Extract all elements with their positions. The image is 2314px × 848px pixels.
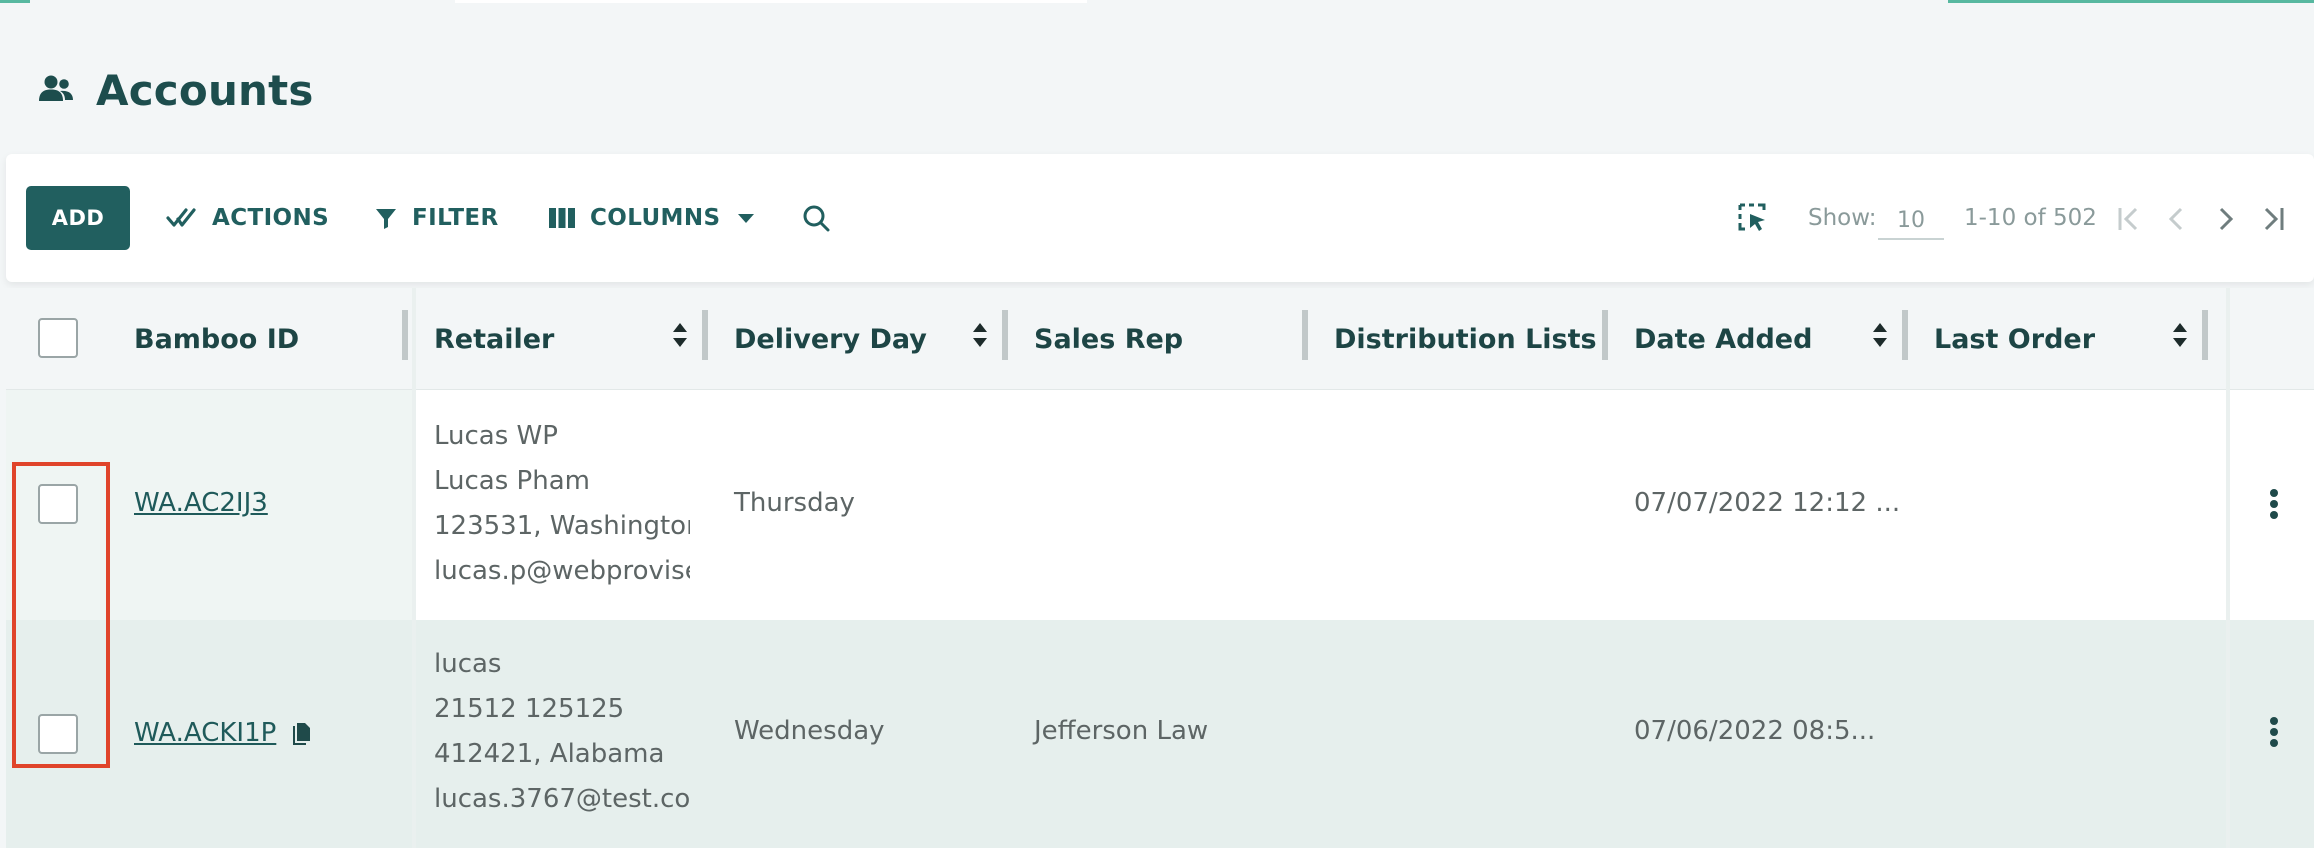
retailer-name: Lucas WP (434, 421, 558, 451)
table-header: Bamboo ID Retailer Delivery Day Sales Re… (6, 288, 2314, 390)
first-page-icon (2118, 207, 2138, 231)
column-resize-handle[interactable] (2202, 310, 2208, 360)
sort-icon[interactable] (670, 320, 690, 350)
add-button[interactable]: ADD (26, 186, 130, 250)
column-header-date-added[interactable]: Date Added (1634, 288, 1812, 390)
retailer-location: 123531, Washington (434, 511, 690, 541)
filter-label: FILTER (412, 205, 499, 231)
column-header-distribution-lists[interactable]: Distribution Lists (1334, 288, 1597, 390)
copy-icon[interactable] (290, 722, 312, 748)
retailer-contact: Lucas Pham (434, 466, 590, 496)
column-resize-handle[interactable] (1002, 310, 1008, 360)
sticky-column-divider (2226, 288, 2230, 848)
column-resize-handle[interactable] (1302, 310, 1308, 360)
users-icon (39, 75, 73, 101)
sort-icon[interactable] (2170, 320, 2190, 350)
actions-label: ACTIONS (212, 205, 330, 231)
select-all-checkbox[interactable] (38, 318, 78, 358)
delivery-day-cell: Wednesday (734, 716, 885, 746)
chevron-right-icon (2219, 207, 2234, 231)
accounts-table: Bamboo ID Retailer Delivery Day Sales Re… (6, 288, 2314, 848)
row-menu-icon[interactable] (2270, 714, 2280, 750)
retailer-contact: 21512 125125 (434, 694, 625, 724)
columns-button[interactable]: COLUMNS (548, 186, 756, 250)
selection-cursor-icon (1738, 203, 1766, 231)
double-check-icon (166, 208, 196, 227)
row-checkbox[interactable] (38, 714, 78, 754)
last-page-button[interactable] (2256, 202, 2290, 236)
bamboo-id-link[interactable]: WA.AC2IJ3 (134, 488, 268, 518)
retailer-cell: Lucas WP Lucas Pham 123531, Washington l… (434, 414, 690, 594)
filter-icon (376, 209, 396, 229)
sticky-column-divider (412, 288, 416, 848)
column-resize-handle[interactable] (702, 310, 708, 360)
search-icon (803, 205, 830, 232)
retailer-name: lucas (434, 649, 502, 679)
column-resize-handle[interactable] (1602, 310, 1608, 360)
row-menu-icon[interactable] (2270, 486, 2280, 522)
sales-rep-cell: Jefferson Law (1034, 716, 1209, 746)
toolbar: ADD ACTIONS FILTER COLUMNS Show: 10 1-10… (6, 154, 2314, 282)
show-label: Show: (1808, 205, 1877, 231)
search-button[interactable] (802, 186, 844, 250)
table-row[interactable]: WA.AC2IJ3 Lucas WP Lucas Pham 123531, Wa… (6, 390, 2314, 620)
retailer-location: 412421, Alabama (434, 739, 665, 769)
column-resize-handle[interactable] (1902, 310, 1908, 360)
column-header-retailer[interactable]: Retailer (434, 288, 554, 390)
date-added-cell: 07/07/2022 12:12 ... (1634, 488, 1901, 518)
first-page-button[interactable] (2112, 202, 2146, 236)
delivery-day-cell: Thursday (734, 488, 855, 518)
next-page-button[interactable] (2208, 202, 2242, 236)
page-header: Accounts (0, 50, 1000, 130)
pagination-range: 1-10 of 502 (1964, 205, 2097, 231)
caret-down-icon (738, 214, 755, 223)
date-added-cell: 07/06/2022 08:5... (1634, 716, 1876, 746)
actions-button[interactable]: ACTIONS (166, 186, 329, 250)
column-header-delivery-day[interactable]: Delivery Day (734, 288, 927, 390)
last-page-icon (2264, 207, 2284, 231)
table-row[interactable]: WA.ACKI1P lucas 21512 125125 412421, Ala… (6, 620, 2314, 848)
column-resize-handle[interactable] (402, 310, 408, 360)
chevron-left-icon (2168, 207, 2183, 231)
page-title: Accounts (96, 65, 314, 115)
bamboo-id-link[interactable]: WA.ACKI1P (134, 718, 276, 748)
select-mode-button[interactable] (1738, 186, 1768, 250)
column-header-bamboo-id[interactable]: Bamboo ID (134, 288, 299, 390)
prev-page-button[interactable] (2160, 202, 2194, 236)
retailer-cell: lucas 21512 125125 412421, Alabama lucas… (434, 642, 690, 822)
retailer-email: lucas.3767@test.com (434, 784, 690, 814)
column-header-sales-rep[interactable]: Sales Rep (1034, 288, 1183, 390)
columns-icon (549, 208, 575, 228)
page-size-input[interactable] (1878, 202, 1944, 240)
sort-icon[interactable] (1870, 320, 1890, 350)
column-header-last-order[interactable]: Last Order (1934, 288, 2095, 390)
retailer-email: lucas.p@webprovise. (434, 556, 690, 586)
sort-icon[interactable] (970, 320, 990, 350)
filter-button[interactable]: FILTER (374, 186, 499, 250)
columns-label: COLUMNS (590, 205, 721, 231)
top-progress-bar (0, 0, 2314, 4)
row-checkbox[interactable] (38, 484, 78, 524)
